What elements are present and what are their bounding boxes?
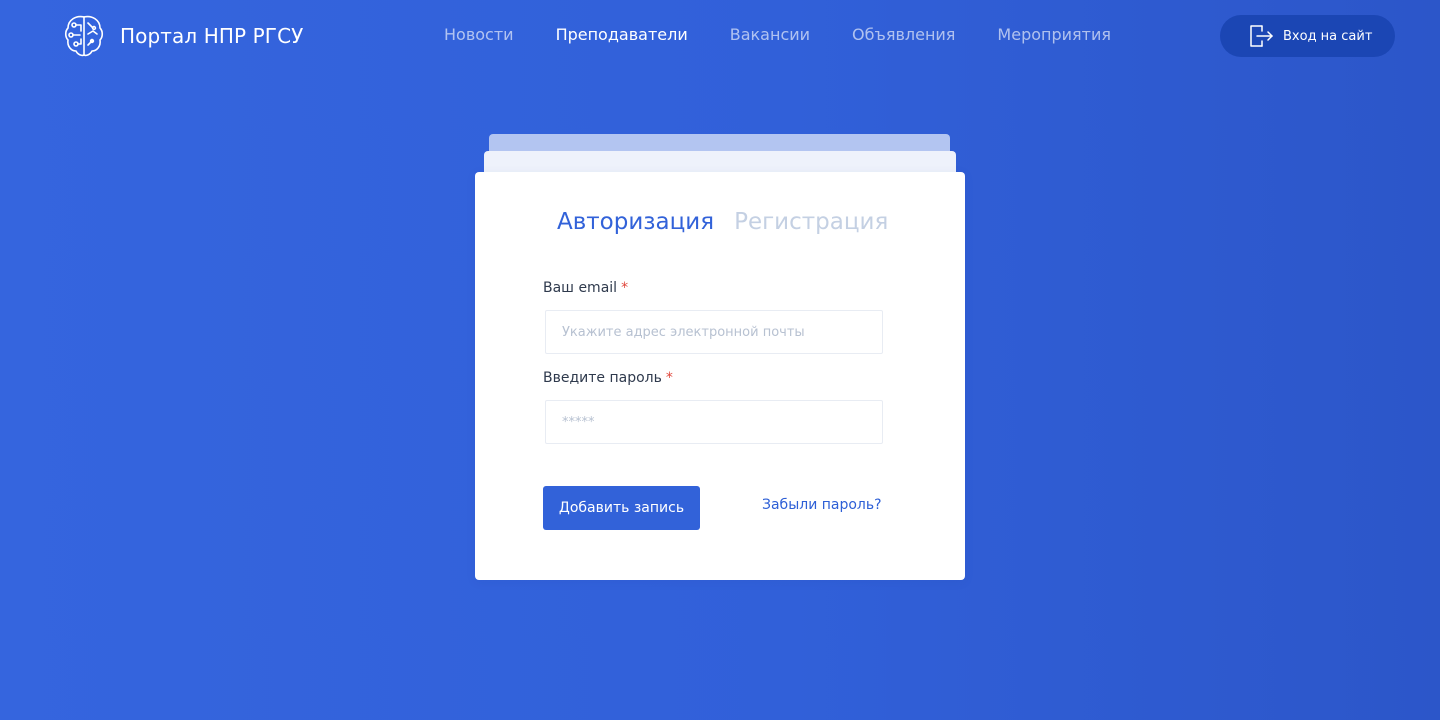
email-label-text: Ваш email (543, 280, 618, 296)
password-label-text: Введите пароль (543, 370, 662, 386)
submit-button[interactable]: Добавить запись (543, 486, 700, 530)
email-label: Ваш email * (543, 280, 628, 296)
password-field[interactable] (545, 400, 883, 444)
sign-in-icon (1250, 25, 1273, 47)
nav-item-teachers[interactable]: Преподаватели (556, 24, 688, 46)
brand-title: Портал НПР РГСУ (120, 24, 304, 48)
email-field[interactable] (545, 310, 883, 354)
password-label: Введите пароль * (543, 370, 673, 386)
site-header: Портал НПР РГСУ Новости Преподаватели Ва… (0, 0, 1440, 72)
auth-tabs: Авторизация Регистрация (557, 206, 888, 238)
tab-login[interactable]: Авторизация (557, 206, 714, 238)
brand-link[interactable]: Портал НПР РГСУ (62, 13, 303, 59)
nav-item-announcements[interactable]: Объявления (852, 24, 955, 46)
email-required-mark: * (621, 280, 629, 296)
nav-item-vacancies[interactable]: Вакансии (730, 24, 810, 46)
auth-card: Авторизация Регистрация Ваш email* Введи… (475, 172, 965, 580)
nav-item-news[interactable]: Новости (444, 24, 514, 46)
brain-circuit-icon (64, 15, 104, 57)
login-button-label: Вход на сайт (1283, 28, 1373, 44)
nav-item-events[interactable]: Мероприятия (997, 24, 1111, 46)
login-button[interactable]: Вход на сайт (1220, 15, 1395, 57)
forgot-password-link[interactable]: Забыли пароль? (762, 497, 882, 513)
tab-register[interactable]: Регистрация (734, 206, 888, 238)
password-required-mark: * (665, 370, 673, 386)
main-nav: Новости Преподаватели Вакансии Объявлени… (444, 24, 1111, 46)
